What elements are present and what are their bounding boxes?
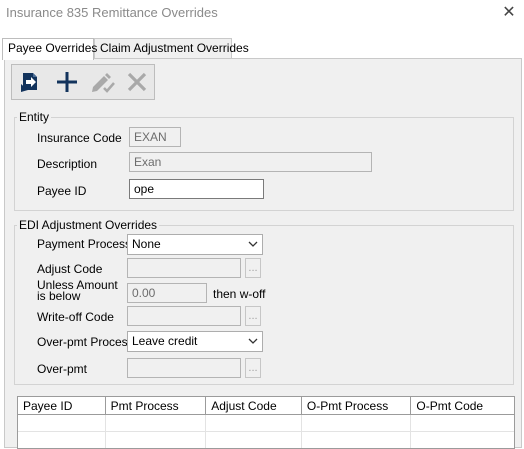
add-icon bbox=[57, 72, 77, 92]
payee-overrides-panel: Entity Insurance Code EXAN Description E… bbox=[4, 58, 522, 449]
payee-overrides-grid[interactable]: Payee ID Pmt Process Adjust Code O-Pmt P… bbox=[17, 396, 515, 449]
add-button[interactable] bbox=[52, 67, 82, 97]
writeoff-code-field bbox=[127, 306, 241, 326]
payment-process-select[interactable]: None bbox=[127, 234, 263, 255]
description-label: Description bbox=[37, 157, 98, 171]
insurance-code-label: Insurance Code bbox=[37, 131, 122, 145]
tab-claim-adjustment-overrides[interactable]: Claim Adjustment Overrides bbox=[94, 38, 249, 59]
column-header-payee-id[interactable]: Payee ID bbox=[18, 397, 106, 414]
column-header-opmt-code[interactable]: O-Pmt Code bbox=[411, 397, 514, 414]
writeoff-code-lookup-button[interactable]: ... bbox=[245, 306, 261, 326]
overpmt-label: Over-pmt bbox=[37, 362, 88, 376]
delete-icon bbox=[127, 72, 147, 92]
open-record-button[interactable] bbox=[16, 67, 46, 97]
then-woff-label: then w-off bbox=[213, 287, 266, 301]
window-title: Insurance 835 Remittance Overrides bbox=[6, 5, 218, 20]
column-header-pmt-process[interactable]: Pmt Process bbox=[106, 397, 207, 414]
column-header-adjust-code[interactable]: Adjust Code bbox=[206, 397, 302, 414]
open-icon bbox=[21, 73, 37, 92]
writeoff-code-label: Write-off Code bbox=[37, 310, 114, 324]
column-header-opmt-process[interactable]: O-Pmt Process bbox=[302, 397, 412, 414]
overpmt-process-label: Over-pmt Process bbox=[37, 335, 134, 349]
adjust-code-lookup-button[interactable]: ... bbox=[245, 258, 261, 278]
edi-group-title: EDI Adjustment Overrides bbox=[17, 218, 160, 232]
payee-id-label: Payee ID bbox=[37, 184, 87, 198]
delete-button[interactable] bbox=[122, 67, 152, 97]
entity-group: Entity Insurance Code EXAN Description E… bbox=[14, 110, 514, 211]
grid-header: Payee ID Pmt Process Adjust Code O-Pmt P… bbox=[18, 397, 514, 415]
close-button[interactable]: ✕ bbox=[494, 0, 524, 24]
table-row[interactable] bbox=[18, 415, 514, 432]
overpmt-process-value: Leave credit bbox=[132, 334, 198, 348]
payee-id-input[interactable]: ope bbox=[129, 179, 264, 199]
insurance-code-field: EXAN bbox=[129, 127, 181, 147]
overpmt-lookup-button[interactable]: ... bbox=[245, 358, 261, 378]
chevron-down-icon bbox=[248, 241, 258, 247]
title-bar: Insurance 835 Remittance Overrides ✕ bbox=[0, 0, 524, 30]
adjust-code-label: Adjust Code bbox=[37, 262, 103, 276]
adjust-code-field bbox=[127, 258, 241, 278]
tab-payee-overrides[interactable]: Payee Overrides bbox=[2, 38, 97, 60]
overpmt-field bbox=[127, 358, 241, 378]
unless-amount-field: 0.00 bbox=[127, 283, 207, 303]
edit-icon bbox=[92, 73, 115, 93]
overpmt-process-select[interactable]: Leave credit bbox=[127, 331, 263, 352]
edi-adjustment-overrides-group: EDI Adjustment Overrides Payment Process… bbox=[14, 218, 514, 385]
description-field: Exan bbox=[129, 152, 372, 172]
payment-process-label: Payment Process bbox=[37, 237, 132, 251]
unless-amount-label: Unless Amount is below bbox=[37, 278, 118, 303]
table-row[interactable] bbox=[18, 432, 514, 448]
toolbar bbox=[11, 64, 155, 100]
payment-process-value: None bbox=[132, 237, 161, 251]
chevron-down-icon bbox=[248, 338, 258, 344]
edit-button[interactable] bbox=[88, 67, 118, 97]
entity-group-title: Entity bbox=[17, 110, 52, 124]
